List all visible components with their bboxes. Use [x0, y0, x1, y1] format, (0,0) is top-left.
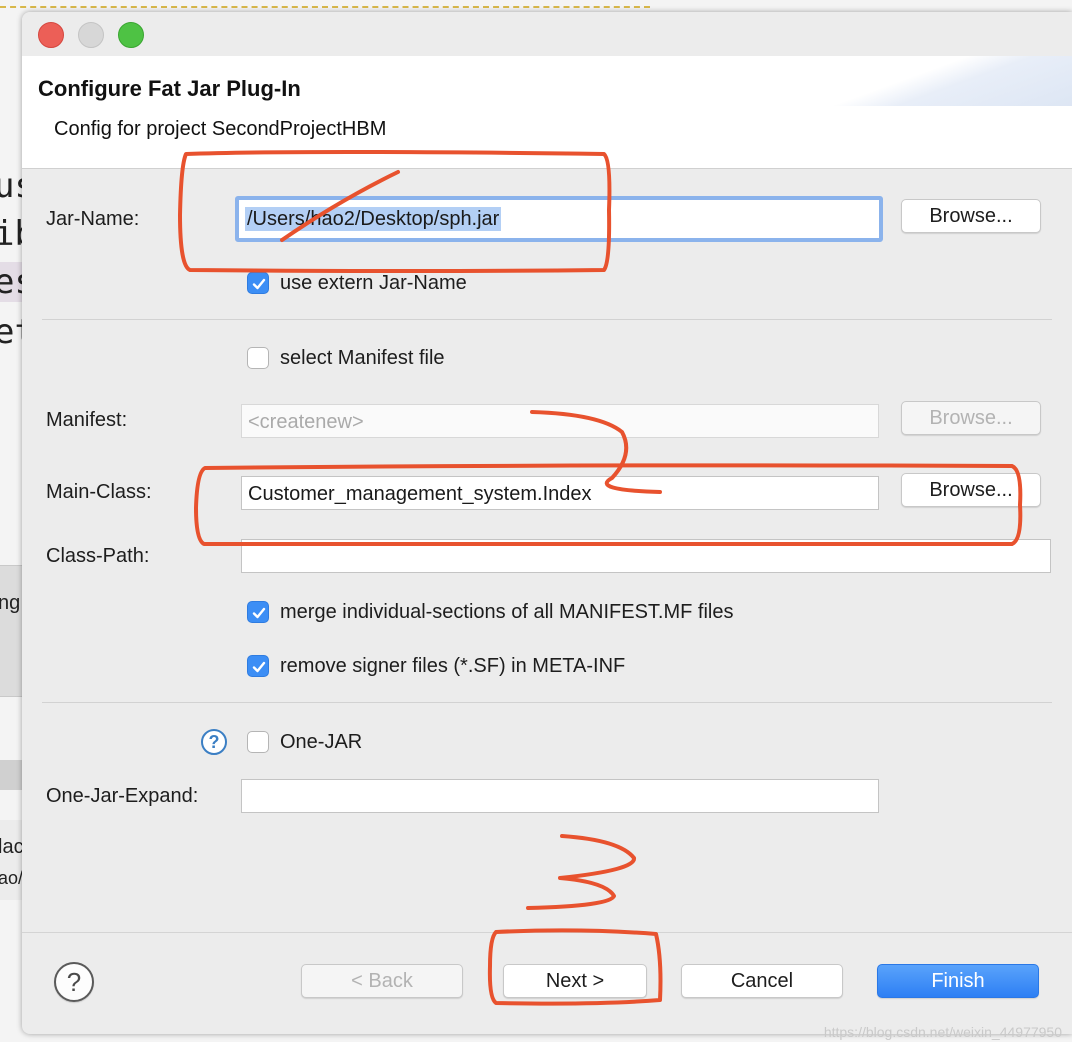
background-text-fragment: ao/ — [0, 868, 24, 888]
class-path-label: Class-Path: — [46, 545, 150, 567]
jar-name-input[interactable]: /Users/hao2/Desktop/sph.jar — [235, 196, 883, 242]
one-jar-expand-label: One-Jar-Expand: — [46, 785, 199, 807]
dialog-header: Configure Fat Jar Plug-In Config for pro… — [22, 56, 1072, 169]
checkmark-icon — [252, 607, 266, 619]
footer-separator — [22, 932, 1072, 933]
section-separator — [42, 319, 1052, 320]
manifest-label: Manifest: — [46, 409, 128, 431]
header-banner-graphic — [772, 56, 1072, 106]
merge-sections-checkbox[interactable] — [247, 601, 269, 623]
manifest-input[interactable]: <createnew> — [241, 404, 879, 438]
dialog-subtitle: Config for project SecondProjectHBM — [54, 118, 387, 140]
manifest-placeholder: <createnew> — [248, 411, 364, 433]
main-class-label: Main-Class: — [46, 481, 152, 503]
select-manifest-label: select Manifest file — [280, 347, 445, 369]
select-manifest-checkbox[interactable] — [247, 347, 269, 369]
jar-name-browse-button[interactable]: Browse... — [901, 199, 1041, 233]
checkmark-icon — [252, 278, 266, 290]
fat-jar-dialog: Configure Fat Jar Plug-In Config for pro… — [22, 12, 1072, 1034]
dialog-title: Configure Fat Jar Plug-In — [38, 76, 301, 101]
manifest-browse-button[interactable]: Browse... — [901, 401, 1041, 435]
help-icon[interactable]: ? — [54, 962, 94, 1002]
finish-button[interactable]: Finish — [877, 964, 1039, 998]
one-jar-checkbox[interactable] — [247, 731, 269, 753]
use-extern-jar-name-checkbox[interactable] — [247, 272, 269, 294]
remove-signer-checkbox[interactable] — [247, 655, 269, 677]
class-path-input[interactable] — [241, 539, 1051, 573]
one-jar-label: One-JAR — [280, 731, 363, 753]
watermark: https://blog.csdn.net/weixin_44977950 — [823, 1024, 1062, 1040]
back-button[interactable]: < Back — [301, 964, 463, 998]
use-extern-jar-name-label: use extern Jar-Name — [280, 272, 467, 294]
background-text-fragment: ng — [0, 592, 21, 614]
remove-signer-label: remove signer files (*.SF) in META-INF — [280, 655, 626, 677]
background-text-fragment: lac — [0, 836, 24, 858]
cancel-button[interactable]: Cancel — [681, 964, 843, 998]
one-jar-help-icon[interactable]: ? — [201, 729, 227, 755]
close-window-button[interactable] — [38, 22, 64, 48]
main-class-value: Customer_management_system.Index — [248, 483, 592, 505]
checkmark-icon — [252, 661, 266, 673]
jar-name-label: Jar-Name: — [46, 208, 140, 230]
minimize-window-button[interactable] — [78, 22, 104, 48]
one-jar-expand-input[interactable] — [241, 779, 879, 813]
maximize-window-button[interactable] — [118, 22, 144, 48]
next-button[interactable]: Next > — [503, 964, 647, 998]
background-dashed-line — [0, 0, 650, 8]
main-class-input[interactable]: Customer_management_system.Index — [241, 476, 879, 510]
merge-sections-label: merge individual-sections of all MANIFES… — [280, 601, 734, 623]
title-bar — [22, 12, 1072, 56]
jar-name-value: /Users/hao2/Desktop/sph.jar — [245, 207, 502, 231]
main-class-browse-button[interactable]: Browse... — [901, 473, 1041, 507]
section-separator — [42, 702, 1052, 703]
